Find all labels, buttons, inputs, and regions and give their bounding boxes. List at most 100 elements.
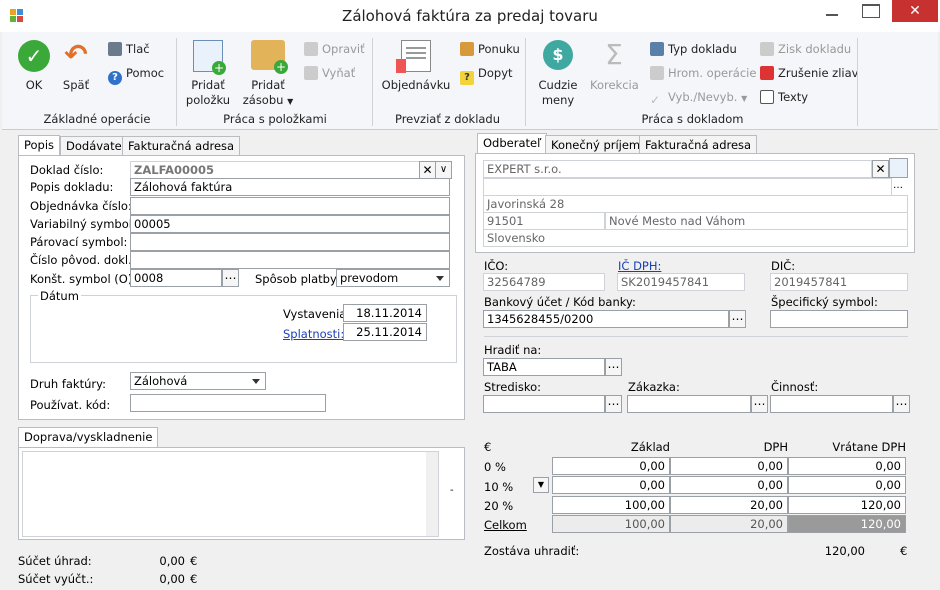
texts-button[interactable]: Texty	[760, 88, 808, 106]
take-offer-button[interactable]: Ponuku	[460, 40, 520, 58]
vat-grand-total: 120,00	[788, 515, 906, 533]
vat-vat-0[interactable]: 0,00	[670, 457, 788, 475]
const-symbol-input[interactable]: 0008	[130, 269, 222, 287]
take-inquiry-button[interactable]: ? Dopyt	[460, 64, 513, 85]
zip-field[interactable]: 91501	[483, 212, 605, 230]
city-field[interactable]: Nové Mesto nad Váhom	[605, 212, 908, 230]
add-stock-button[interactable]: + Pridať zásobu ▼	[242, 40, 294, 109]
vat-vat-2[interactable]: 20,00	[670, 496, 788, 514]
description-input[interactable]: Zálohová faktúra	[130, 178, 450, 196]
edit-icon	[304, 42, 318, 56]
icdph-field[interactable]: SK2019457841	[617, 273, 745, 291]
tab-customer[interactable]: Odberateľ	[477, 133, 548, 154]
vat-currency: €	[484, 440, 492, 454]
vat-total-2[interactable]: 120,00	[788, 496, 906, 514]
tab-right-billing-address[interactable]: Fakturačná adresa	[639, 135, 758, 155]
order-no-label: Objednávka číslo:	[30, 199, 132, 213]
due-date-link[interactable]: Splatnosti:	[283, 327, 344, 341]
ico-field[interactable]: 32564789	[483, 273, 605, 291]
bulk-ops-icon	[650, 66, 664, 80]
street-field[interactable]: Javorinská 28	[483, 195, 908, 213]
tab-billing-address[interactable]: Fakturačná adresa	[122, 136, 241, 156]
profit-button[interactable]: Zisk dokladu	[760, 40, 851, 58]
edit-address-icon[interactable]	[889, 158, 908, 178]
add-item-label-1: Pridať	[191, 78, 225, 92]
bulk-ops-button[interactable]: Hrom. operácie	[650, 64, 756, 82]
pair-symbol-input[interactable]	[130, 233, 450, 251]
doc-no-field[interactable]: ZALFA00005	[130, 161, 422, 179]
question-icon: ?	[460, 71, 474, 85]
clear-icon[interactable]: ✕	[419, 161, 436, 179]
payment-select[interactable]: prevodom	[336, 269, 450, 287]
correction-button[interactable]: Σ Korekcia	[590, 40, 639, 93]
offer-label: Ponuku	[478, 42, 520, 56]
edit-button[interactable]: Opraviť	[304, 40, 365, 58]
company-field[interactable]: EXPERT s.r.o.	[483, 160, 872, 178]
vat-base-1[interactable]: 0,00	[552, 476, 670, 494]
doc-type-label: Typ dokladu	[668, 42, 737, 56]
close-window-button[interactable]: ✕	[892, 0, 938, 22]
select-label: Vyb./Nevyb.	[668, 90, 738, 104]
select-button[interactable]: ✓ Vyb./Nevyb. ▼	[650, 88, 747, 107]
issued-date-input[interactable]: 18.11.2014	[343, 304, 427, 322]
chevron-down-icon[interactable]: ∨	[435, 161, 452, 179]
shipping-text-area[interactable]	[22, 451, 439, 537]
scrollbar[interactable]	[426, 452, 438, 536]
dic-label: DIČ:	[771, 259, 796, 273]
browse-button[interactable]: …	[729, 310, 746, 328]
browse-button[interactable]: …	[605, 358, 622, 376]
vat-total-0[interactable]: 0,00	[788, 457, 906, 475]
cancel-discount-label: Zrušenie zliav	[778, 66, 859, 80]
ribbon-separator	[176, 38, 177, 126]
help-button[interactable]: ? Pomoc	[108, 64, 164, 85]
minimize-icon[interactable]	[826, 14, 838, 16]
activity-input[interactable]	[770, 395, 893, 413]
rate-dropdown-icon[interactable]: ▼	[533, 477, 549, 493]
company-line2-field[interactable]	[483, 178, 892, 196]
user-code-input[interactable]	[130, 394, 326, 412]
currency-label-2: meny	[541, 93, 575, 107]
vat-base-0[interactable]: 0,00	[552, 457, 670, 475]
add-item-icon: +	[193, 40, 226, 75]
orig-doc-input[interactable]	[130, 251, 450, 269]
bank-label: Bankový účet / Kód banky:	[484, 295, 636, 309]
dic-field[interactable]: 2019457841	[770, 273, 908, 291]
doc-type-button[interactable]: Typ dokladu	[650, 40, 737, 58]
due-date-input[interactable]: 25.11.2014	[343, 323, 427, 341]
browse-button[interactable]: …	[605, 395, 622, 413]
settled-sum-currency: €	[190, 572, 198, 586]
add-item-button[interactable]: + Pridať položku	[184, 40, 232, 108]
ok-button[interactable]: ✓ OK	[14, 40, 54, 93]
take-order-button[interactable]: Objednávku	[380, 40, 452, 93]
cut-button[interactable]: Vyňať	[304, 64, 355, 82]
more-icon[interactable]: …	[893, 180, 903, 191]
print-label: Tlač	[126, 42, 150, 56]
back-button[interactable]: ↶ Späť	[56, 40, 96, 93]
maximize-icon[interactable]	[862, 4, 880, 18]
browse-button[interactable]: …	[751, 395, 768, 413]
browse-button[interactable]: …	[222, 269, 239, 287]
tab-shipping[interactable]: Doprava/vyskladnenie	[18, 427, 159, 448]
pay-to-input[interactable]: TABA	[483, 358, 605, 376]
vat-header-base: Základ	[630, 440, 670, 454]
cancel-discount-button[interactable]: Zrušenie zliav	[760, 64, 858, 82]
browse-button[interactable]: …	[893, 395, 910, 413]
vat-vat-1[interactable]: 0,00	[670, 476, 788, 494]
vat-base-2[interactable]: 100,00	[552, 496, 670, 514]
icdph-link[interactable]: IČ DPH:	[618, 259, 661, 273]
clear-icon[interactable]: ✕	[872, 160, 889, 178]
spec-symbol-input[interactable]	[770, 310, 908, 328]
center-input[interactable]	[483, 395, 605, 413]
order-no-input[interactable]	[130, 197, 450, 215]
contract-input[interactable]	[627, 395, 751, 413]
expand-icon[interactable]: -	[450, 485, 454, 496]
vat-total-1[interactable]: 0,00	[788, 476, 906, 494]
currency-button[interactable]: $ Cudzie meny	[536, 40, 580, 108]
tab-popis[interactable]: Popis	[18, 135, 61, 156]
currency-label-1: Cudzie	[538, 78, 578, 92]
var-symbol-input[interactable]: 00005	[130, 215, 450, 233]
print-button[interactable]: Tlač	[108, 40, 150, 58]
bank-account-input[interactable]: 1345628455/0200	[483, 310, 729, 328]
invoice-type-select[interactable]: Zálohová	[130, 372, 266, 390]
country-field[interactable]: Slovensko	[483, 229, 908, 247]
